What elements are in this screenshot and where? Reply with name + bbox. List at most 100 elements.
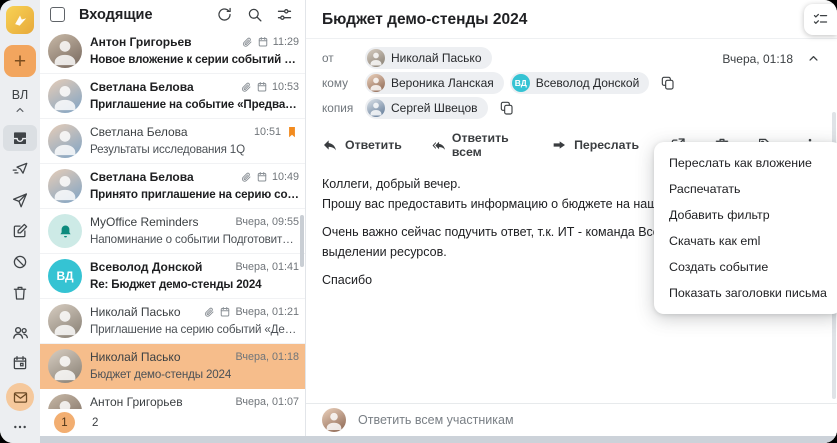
initials-avatar: ВД — [511, 74, 530, 92]
pagination: 1 2 — [40, 409, 305, 436]
search-button[interactable] — [246, 6, 263, 23]
copy-recipients-button[interactable] — [660, 75, 676, 91]
email-sender: Всеволод Донской — [90, 260, 203, 274]
copy-icon — [662, 76, 674, 90]
contact-chip-from[interactable]: Николай Пасько — [365, 47, 492, 69]
sidebar-item-drafts[interactable] — [3, 218, 37, 244]
avatar — [48, 304, 82, 338]
menu-item-show-headers[interactable]: Показать заголовки письма — [654, 280, 837, 306]
list-header: Входящие — [40, 0, 305, 29]
paper-plane-icon — [12, 193, 28, 208]
contact-chip-cc[interactable]: Сергей Швецов — [365, 97, 488, 119]
block-icon — [13, 255, 27, 269]
menu-item-print[interactable]: Распечатать — [654, 176, 837, 202]
checklist-icon — [813, 13, 828, 24]
inbox-icon — [14, 132, 26, 144]
copy-cc-button[interactable] — [499, 100, 515, 116]
tasks-panel-toggle[interactable] — [804, 4, 837, 35]
email-subject: Новое вложение к серии событий «Аналити… — [90, 53, 299, 66]
sidebar-item-outbox[interactable] — [3, 156, 37, 182]
cc-label: копия — [322, 101, 354, 115]
contact-chip-to[interactable]: ВД Всеволод Донской — [509, 72, 650, 94]
myoffice-bird-icon — [15, 15, 27, 26]
menu-item-create-event[interactable]: Создать событие — [654, 254, 837, 280]
email-time: 10:49 — [271, 171, 299, 183]
event-icon — [257, 82, 267, 92]
reply-button[interactable]: Ответить — [322, 137, 402, 153]
list-item[interactable]: Светлана Белова 10:53 Приглашение на соб… — [40, 74, 305, 119]
email-sender: Николай Пасько — [90, 350, 181, 364]
sidebar-item-inbox[interactable] — [3, 125, 37, 151]
profile-initials[interactable]: ВЛ — [12, 88, 28, 102]
sidebar-item-mail-active[interactable] — [6, 383, 34, 411]
reply-icon — [324, 140, 336, 151]
list-item-selected[interactable]: Николай Пасько Вчера, 01:18 Бюджет демо-… — [40, 344, 305, 389]
bookmark-flag-icon — [289, 127, 295, 138]
email-time: Вчера, 01:41 — [235, 261, 299, 273]
attachment-icon — [241, 82, 251, 92]
email-sender: Светлана Белова — [90, 125, 188, 139]
event-icon — [258, 37, 268, 47]
sidebar-item-spam[interactable] — [3, 249, 37, 275]
email-subject: Приглашение на событие «Предварительно… — [90, 98, 299, 111]
from-label: от — [322, 51, 334, 65]
contact-name: Сергей Швецов — [391, 101, 478, 115]
email-sender: Антон Григорьев — [90, 395, 183, 409]
email-time: 11:29 — [272, 36, 299, 48]
sidebar-item-trash[interactable] — [3, 280, 37, 306]
menu-item-forward-as-attachment[interactable]: Переслать как вложение — [654, 150, 837, 176]
more-apps-button[interactable] — [12, 419, 28, 435]
outbox-icon — [12, 162, 28, 174]
message-date-block: Вчера, 01:18 — [722, 51, 821, 66]
list-item[interactable]: Светлана Белова 10:49 Принято приглашени… — [40, 164, 305, 209]
list-item[interactable]: Антон Григорьев Вчера, 01:07 — [40, 389, 305, 410]
menu-item-download-eml[interactable]: Скачать как eml — [654, 228, 837, 254]
compose-button[interactable]: + — [4, 45, 36, 77]
email-sender: Антон Григорьев — [90, 35, 192, 49]
avatar — [367, 74, 385, 92]
forward-icon — [553, 141, 566, 149]
envelope-icon — [13, 391, 27, 403]
reply-all-button[interactable]: Ответить всем — [432, 131, 521, 159]
refresh-button[interactable] — [216, 6, 233, 23]
list-item[interactable]: Николай Пасько Вчера, 01:21 Приглашение … — [40, 299, 305, 344]
list-scrollbar[interactable] — [300, 215, 304, 267]
list-item[interactable]: Светлана Белова 10:51 Результаты исследо… — [40, 119, 305, 164]
sidebar-item-contacts[interactable] — [3, 319, 37, 345]
contact-name: Николай Пасько — [391, 51, 482, 65]
email-subject: Принято приглашение на серию событий «… — [90, 188, 299, 201]
sidebar-apps — [3, 314, 37, 435]
email-time: Вчера, 01:21 — [235, 306, 299, 318]
initials-avatar: ВД — [48, 259, 82, 293]
forward-button[interactable]: Переслать — [551, 137, 639, 153]
sidebar: + ВЛ — [0, 0, 40, 443]
list-item[interactable]: ВД Всеволод Донской Вчера, 01:41 Re: Бюд… — [40, 254, 305, 299]
email-sender: Светлана Белова — [90, 80, 194, 94]
email-sender: Николай Пасько — [90, 305, 181, 319]
plus-icon: + — [13, 49, 27, 73]
menu-item-add-filter[interactable]: Добавить фильтр — [654, 202, 837, 228]
email-subject: Напоминание о событии Подготовить отчет… — [90, 233, 299, 246]
calendar-icon — [13, 355, 27, 370]
avatar — [367, 49, 385, 67]
email-list: Антон Григорьев 11:29 Новое вложение к с… — [40, 29, 305, 410]
list-item[interactable]: Антон Григорьев 11:29 Новое вложение к с… — [40, 29, 305, 74]
filters-button[interactable] — [276, 6, 293, 23]
event-icon — [257, 172, 267, 182]
sidebar-item-calendar[interactable] — [3, 350, 37, 376]
quick-reply-bar[interactable]: Ответить всем участникам — [306, 403, 837, 436]
contact-chip-to[interactable]: Вероника Ланская — [365, 72, 504, 94]
collapse-message-chevron-icon[interactable] — [806, 51, 821, 66]
app-logo — [6, 6, 34, 34]
select-all-checkbox[interactable] — [50, 7, 65, 22]
list-item[interactable]: MyOffice Reminders Вчера, 09:55 Напомина… — [40, 209, 305, 254]
email-sender: MyOffice Reminders — [90, 215, 199, 229]
avatar — [48, 394, 82, 410]
quick-reply-placeholder: Ответить всем участникам — [358, 413, 514, 427]
email-time: 10:53 — [271, 81, 299, 93]
collapse-rail-chevron-icon[interactable] — [13, 103, 27, 117]
page-button-1[interactable]: 1 — [54, 412, 75, 433]
page-button-2[interactable]: 2 — [92, 417, 98, 429]
sidebar-item-sent[interactable] — [3, 187, 37, 213]
refresh-icon — [218, 7, 231, 21]
